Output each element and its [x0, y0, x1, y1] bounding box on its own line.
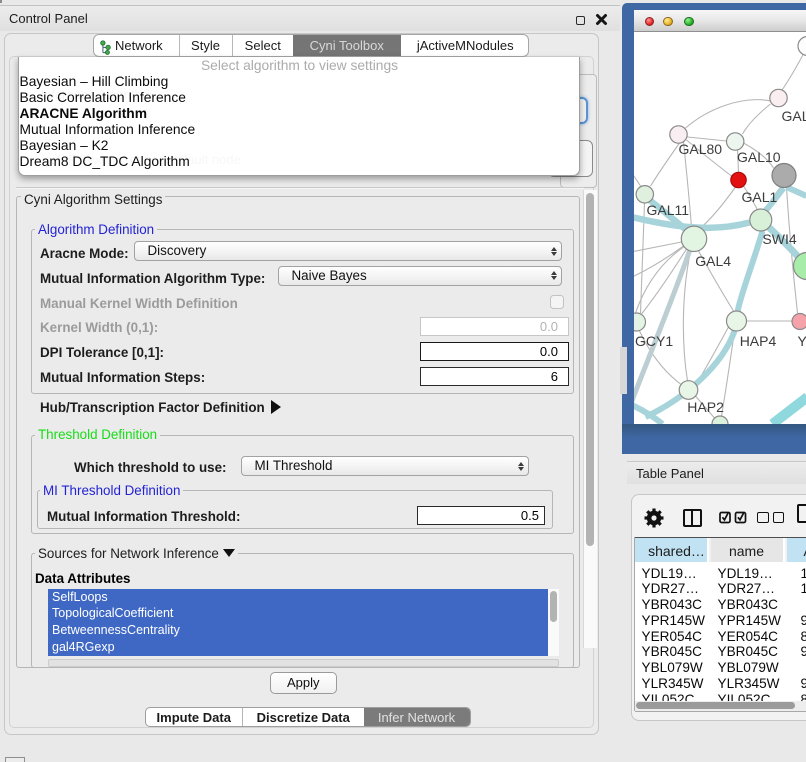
svg-text:GAL10: GAL10 [737, 149, 781, 165]
svg-text:HAP4: HAP4 [739, 333, 776, 349]
svg-text:GAL7: GAL7 [781, 108, 806, 124]
svg-text:GAL1: GAL1 [741, 189, 777, 205]
svg-text:SWI4: SWI4 [762, 231, 796, 247]
svg-text:GAL11: GAL11 [646, 202, 689, 218]
svg-text:GAL80: GAL80 [678, 141, 722, 157]
svg-text:GAL4: GAL4 [695, 253, 731, 269]
svg-text:GCY1: GCY1 [635, 333, 673, 349]
svg-text:Y: Y [797, 333, 806, 349]
svg-text:HAP2: HAP2 [687, 399, 724, 415]
